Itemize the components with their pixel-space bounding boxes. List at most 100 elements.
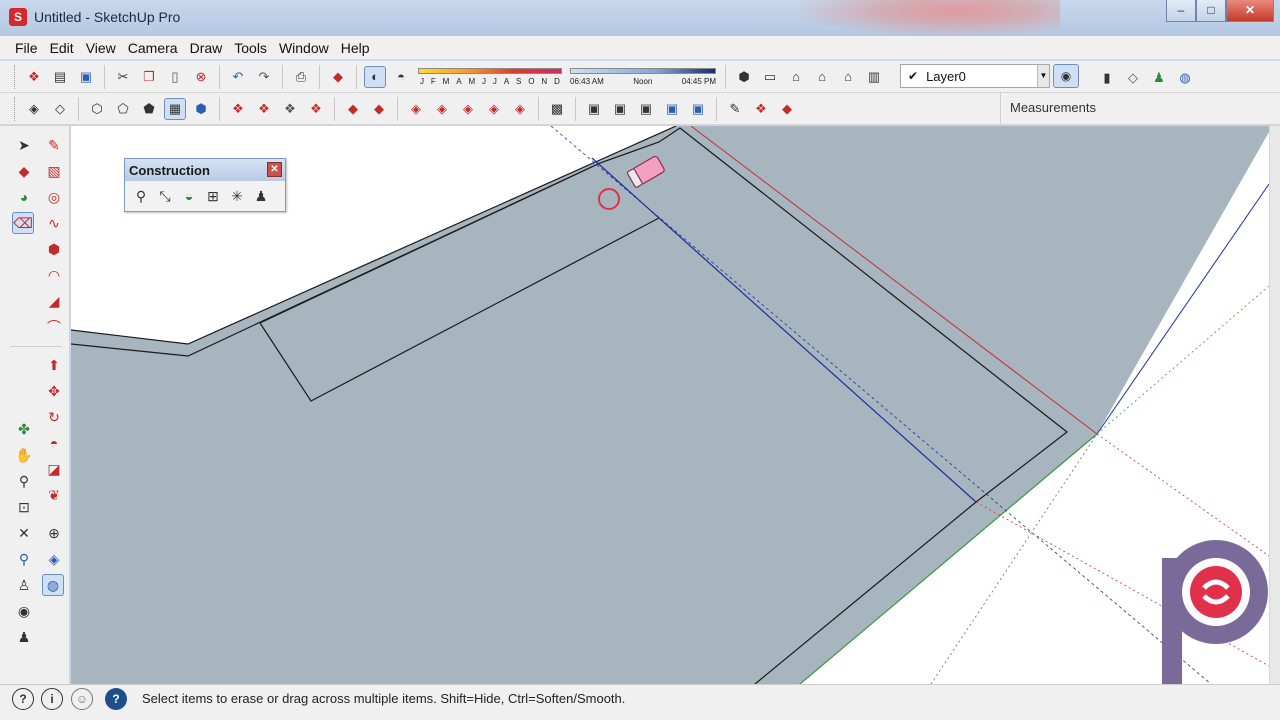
outer-shell-icon[interactable]: ◆ [776, 98, 798, 120]
undo-icon[interactable]: ↶ [227, 66, 249, 88]
rectangle-icon[interactable]: ▧ [43, 160, 65, 182]
viewport-scrollbar[interactable] [1269, 126, 1280, 684]
iso-view-icon[interactable]: ⬢ [733, 66, 755, 88]
camera-right-icon[interactable]: ▣ [661, 98, 683, 120]
right-view-icon[interactable]: ⌂ [811, 66, 833, 88]
menu-draw[interactable]: Draw [184, 40, 229, 56]
zoom-window-icon[interactable]: ⊡ [13, 496, 35, 518]
two-point-arc-icon[interactable]: ⌒ [43, 316, 65, 338]
layer-select[interactable]: ✔ Layer0 ▼ [900, 64, 1050, 88]
shaded-icon[interactable]: ⬟ [138, 98, 160, 120]
rotate-icon[interactable]: ↻ [43, 406, 65, 428]
close-icon[interactable]: ✕ [267, 162, 282, 177]
style-edit-icon[interactable]: ✎ [724, 98, 746, 120]
camera-iso-icon[interactable]: ▣ [583, 98, 605, 120]
protractor-icon[interactable]: ◍ [42, 574, 64, 596]
footprints-icon[interactable]: ♟ [13, 626, 35, 648]
protractor-icon[interactable]: ◒ [178, 185, 200, 207]
user-icon[interactable]: ☺ [71, 688, 93, 710]
smoove-icon[interactable]: ❖ [279, 98, 301, 120]
measurements-box[interactable]: Measurements [1000, 93, 1270, 125]
look-around-icon[interactable]: ◉ [13, 600, 35, 622]
follow-me-icon[interactable]: ◓ [43, 432, 65, 454]
make-component-icon[interactable]: ◆ [13, 160, 35, 182]
add-detail-icon[interactable]: ◆ [368, 98, 390, 120]
layer-manager-icon[interactable]: ◉ [1053, 64, 1079, 88]
cut-icon[interactable]: ✂ [112, 66, 134, 88]
freehand-icon[interactable]: ∿ [43, 212, 65, 234]
orbit-icon[interactable]: ✤ [13, 418, 35, 440]
sandbox-from-contours-icon[interactable]: ❖ [227, 98, 249, 120]
erase-selection-icon[interactable]: ⊗ [190, 66, 212, 88]
subtract-icon[interactable]: ◈ [431, 98, 453, 120]
dimension-icon[interactable]: ◈ [43, 548, 65, 570]
save-icon[interactable]: ▣ [75, 66, 97, 88]
credits-icon[interactable]: i [41, 688, 63, 710]
shaded-textures-icon[interactable]: ▦ [164, 97, 186, 120]
back-view-icon[interactable]: ⌂ [837, 66, 859, 88]
back-edges-icon[interactable]: ◇ [49, 98, 71, 120]
pie-icon[interactable]: ◢ [43, 290, 65, 312]
hidden-line-icon[interactable]: ⬠ [112, 98, 134, 120]
menu-help[interactable]: Help [335, 40, 376, 56]
top-view-icon[interactable]: ▭ [759, 66, 781, 88]
scale-icon[interactable]: ◪ [43, 458, 65, 480]
new-file-icon[interactable]: ❖ [23, 66, 45, 88]
menu-camera[interactable]: Camera [122, 40, 184, 56]
shadow-time-slider[interactable]: 06:43 AM Noon 04:45 PM [570, 65, 716, 89]
menu-file[interactable]: File [9, 40, 44, 56]
sketchup-logo-icon[interactable]: S [9, 8, 27, 26]
left-view-icon[interactable]: ▥ [863, 66, 885, 88]
position-camera-icon[interactable]: ⚲ [13, 548, 35, 570]
stamp-icon[interactable]: ❖ [305, 98, 327, 120]
open-file-icon[interactable]: ▤ [49, 66, 71, 88]
pan-hand-icon[interactable]: ✋ [13, 444, 35, 466]
split-icon[interactable]: ◈ [509, 98, 531, 120]
walk-icon[interactable]: ♙ [13, 574, 35, 596]
menu-tools[interactable]: Tools [228, 40, 273, 56]
trim-icon[interactable]: ◈ [457, 98, 479, 120]
drape-icon[interactable]: ◆ [342, 98, 364, 120]
xray-icon[interactable]: ◈ [23, 98, 45, 120]
close-icon[interactable]: ✕ [1226, 0, 1274, 22]
line-pencil-icon[interactable]: ✎ [43, 134, 65, 156]
camera-back-icon[interactable]: ▣ [687, 98, 709, 120]
zoom-icon[interactable]: ⚲ [13, 470, 35, 492]
paint-bucket-icon[interactable]: ◕ [13, 186, 35, 208]
sandbox-from-scratch-icon[interactable]: ❖ [253, 98, 275, 120]
monochrome-icon[interactable]: ⬢ [190, 98, 212, 120]
front-view-icon[interactable]: ⌂ [785, 66, 807, 88]
menu-view[interactable]: View [80, 40, 122, 56]
shadow-month-slider[interactable]: JFMAMJJASOND [418, 65, 562, 89]
camera-front-icon[interactable]: ▣ [635, 98, 657, 120]
eraser-icon[interactable]: ⌫ [12, 212, 34, 234]
share-model-icon[interactable]: ◇ [1122, 66, 1144, 88]
intersect-icon[interactable]: ◈ [483, 98, 505, 120]
geo-location-icon[interactable]: ◍ [1174, 66, 1196, 88]
menu-edit[interactable]: Edit [44, 40, 80, 56]
model-info-icon[interactable]: ◆ [327, 66, 349, 88]
push-pull-icon[interactable]: ⬆ [43, 354, 65, 376]
camera-top-icon[interactable]: ▣ [609, 98, 631, 120]
axes-icon[interactable]: ✳ [226, 185, 248, 207]
offset-icon[interactable]: ❦ [43, 484, 65, 506]
chevron-down-icon[interactable]: ▼ [1037, 65, 1049, 87]
move-icon[interactable]: ✥ [43, 380, 65, 402]
polygon-icon[interactable]: ⬢ [43, 238, 65, 260]
maximize-icon[interactable]: □ [1196, 0, 1226, 22]
components-icon[interactable]: ▮ [1096, 66, 1118, 88]
tape-measure-icon[interactable]: ⊕ [43, 522, 65, 544]
redo-icon[interactable]: ↷ [253, 66, 275, 88]
text-icon[interactable]: ⊞ [202, 185, 224, 207]
menu-window[interactable]: Window [273, 40, 335, 56]
print-icon[interactable]: ⎙ [290, 66, 312, 88]
help-icon[interactable]: ? [105, 688, 127, 710]
section-plane-icon[interactable]: ▩ [546, 98, 568, 120]
geolocation-status-icon[interactable]: ? [12, 688, 34, 710]
display-shadows-icon[interactable]: ◐ [364, 65, 386, 88]
circle-icon[interactable]: ◎ [43, 186, 65, 208]
wireframe-icon[interactable]: ⬡ [86, 98, 108, 120]
select-arrow-icon[interactable]: ➤ [13, 134, 35, 156]
tape-measure-icon[interactable]: ⚲ [130, 185, 152, 207]
union-icon[interactable]: ◈ [405, 98, 427, 120]
